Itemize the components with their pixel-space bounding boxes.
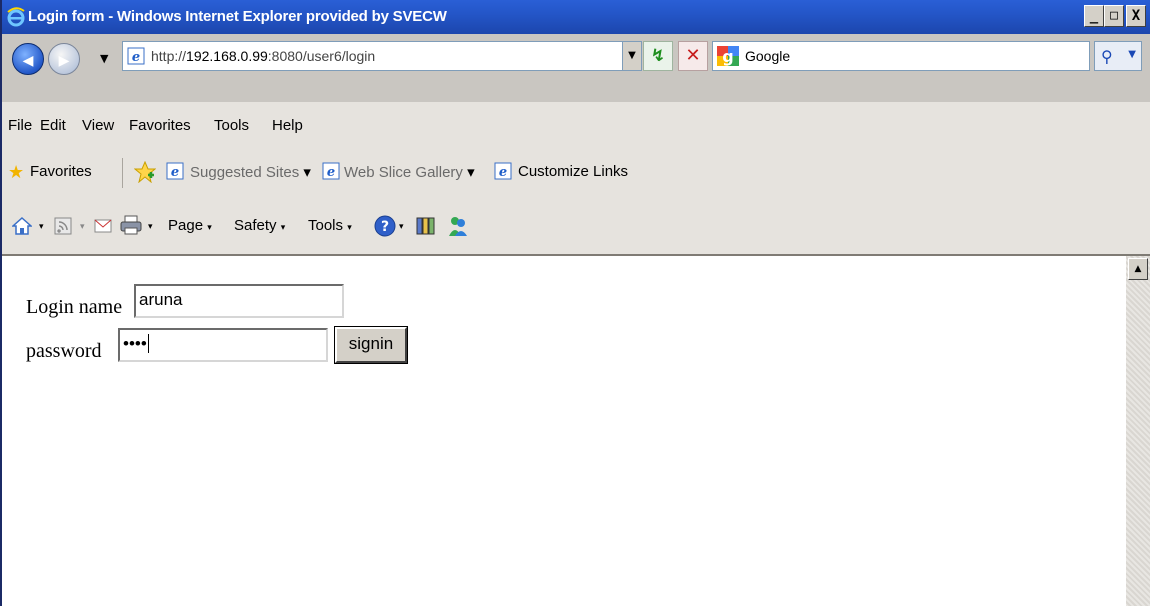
favorites-button[interactable]: Favorites xyxy=(30,163,92,180)
scroll-up-button[interactable]: ▲ xyxy=(1128,258,1148,280)
svg-text:e: e xyxy=(499,165,507,180)
forward-icon: ▶ xyxy=(58,53,70,69)
maximize-button[interactable]: □ xyxy=(1104,5,1124,27)
page-content: Login name aruna password •••• signin xyxy=(4,256,1126,606)
menu-help[interactable]: Help xyxy=(272,117,303,134)
forward-button[interactable]: ▶ xyxy=(48,43,80,75)
star-icon: ★ xyxy=(8,162,25,182)
favorites-bar: ★ Favorites e Suggested Sites ▾ e Web Sl… xyxy=(2,148,1150,201)
refresh-button[interactable]: ↯ xyxy=(643,41,673,71)
help-dropdown[interactable]: ▾ xyxy=(399,221,404,232)
ie-logo-icon xyxy=(7,7,25,27)
signin-button[interactable]: signin xyxy=(334,326,408,364)
chevron-down-icon: ▾ xyxy=(207,222,212,232)
print-dropdown[interactable]: ▾ xyxy=(148,221,153,232)
search-button[interactable]: ⚲ ▼ xyxy=(1094,41,1142,71)
close-button[interactable]: X xyxy=(1126,5,1146,27)
text-cursor xyxy=(147,334,149,353)
refresh-icon: ↯ xyxy=(650,46,666,66)
chevron-down-icon: ▾ xyxy=(467,164,475,181)
home-icon[interactable] xyxy=(12,216,32,236)
page-icon: e xyxy=(127,47,145,65)
chevron-down-icon: ▾ xyxy=(303,164,311,181)
research-icon[interactable] xyxy=(414,214,438,238)
address-dropdown-button[interactable]: ▼ xyxy=(622,42,641,70)
menu-favorites[interactable]: Favorites xyxy=(129,117,191,134)
search-options-dropdown[interactable]: ▼ xyxy=(1128,49,1136,60)
menu-bar: File Edit View Favorites Tools Help xyxy=(2,102,1150,149)
vertical-scrollbar[interactable]: ▲ xyxy=(1126,256,1150,606)
help-icon[interactable]: ? xyxy=(374,215,396,237)
suggested-sites-link[interactable]: Suggested Sites ▾ xyxy=(190,163,311,181)
menu-view[interactable]: View xyxy=(82,117,114,134)
page-icon: e xyxy=(166,162,184,180)
feeds-dropdown[interactable]: ▾ xyxy=(80,221,85,232)
customize-links-link[interactable]: Customize Links xyxy=(518,163,628,180)
search-icon: ⚲ xyxy=(1101,47,1113,66)
command-bar: ▾ ▾ ▾ Page ▾ Safety ▾ Tools ▾ ? ▾ xyxy=(2,200,1150,256)
menu-tools[interactable]: Tools xyxy=(214,117,249,134)
url-text: http://192.168.0.99:8080/user6/login xyxy=(151,48,376,64)
safety-menu[interactable]: Safety ▾ xyxy=(234,217,285,234)
search-field[interactable]: g Google xyxy=(712,41,1090,71)
title-bar: Login form - Windows Internet Explorer p… xyxy=(2,0,1150,34)
address-field[interactable]: e http://192.168.0.99:8080/user6/login ▼ xyxy=(122,41,642,71)
back-icon: ◀ xyxy=(22,53,34,69)
recent-pages-dropdown[interactable]: ▼ xyxy=(100,52,108,65)
google-icon: g xyxy=(717,46,739,66)
stop-button[interactable]: ✕ xyxy=(678,41,708,71)
menu-file[interactable]: File xyxy=(8,117,32,134)
back-button[interactable]: ◀ xyxy=(12,43,44,75)
page-menu[interactable]: Page ▾ xyxy=(168,217,212,234)
svg-text:e: e xyxy=(327,165,335,180)
minimize-button[interactable]: _ xyxy=(1084,5,1104,27)
stop-icon: ✕ xyxy=(685,45,701,66)
password-input[interactable]: •••• xyxy=(118,328,328,362)
chevron-down-icon: ▾ xyxy=(347,222,352,232)
window-title: Login form - Windows Internet Explorer p… xyxy=(28,8,447,25)
search-provider-label: Google xyxy=(745,48,791,64)
browser-window: Login form - Windows Internet Explorer p… xyxy=(0,0,1150,606)
feeds-icon[interactable] xyxy=(54,217,72,235)
login-name-label: Login name xyxy=(26,296,123,318)
tools-menu[interactable]: Tools ▾ xyxy=(308,217,352,234)
login-name-input[interactable]: aruna xyxy=(134,284,344,318)
mail-icon[interactable] xyxy=(94,219,112,233)
toolbar-separator xyxy=(122,158,123,188)
address-toolbar: ◀ ▶ ▼ e http://192.168.0.99:8080/user6/l… xyxy=(2,34,1150,103)
page-icon: e xyxy=(322,162,340,180)
web-slice-gallery-link[interactable]: Web Slice Gallery ▾ xyxy=(344,163,475,181)
home-dropdown[interactable]: ▾ xyxy=(39,221,44,232)
svg-text:e: e xyxy=(132,50,140,65)
print-icon[interactable] xyxy=(120,215,142,235)
add-favorite-icon[interactable] xyxy=(134,161,156,183)
svg-text:?: ? xyxy=(381,219,389,235)
password-mask: •••• xyxy=(123,334,147,353)
menu-edit[interactable]: Edit xyxy=(40,117,66,134)
chevron-down-icon: ▾ xyxy=(280,222,286,232)
svg-text:g: g xyxy=(722,47,733,66)
svg-text:e: e xyxy=(171,165,179,180)
page-icon: e xyxy=(494,162,512,180)
messenger-icon[interactable] xyxy=(446,214,470,238)
password-label: password xyxy=(26,340,102,362)
